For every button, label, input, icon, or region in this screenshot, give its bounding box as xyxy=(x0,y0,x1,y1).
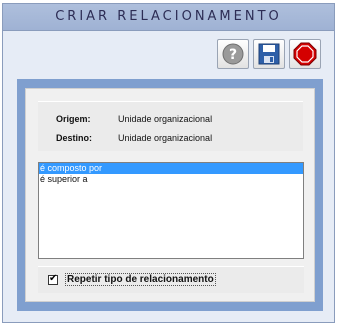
title-bar[interactable]: CRIAR RELACIONAMENTO xyxy=(3,4,334,31)
content-panel: Origem: Unidade organizacional Destino: … xyxy=(25,88,315,302)
origin-label: Origem: xyxy=(56,114,91,124)
stop-icon xyxy=(293,42,317,66)
help-glyph: ? xyxy=(229,47,237,63)
checkmark-icon: ✔ xyxy=(49,273,58,284)
repeat-checkbox-label[interactable]: Repetir tipo de relacionamento xyxy=(65,273,216,286)
destination-label: Destino: xyxy=(56,133,92,143)
save-button[interactable] xyxy=(253,39,285,69)
dialog-window: CRIAR RELACIONAMENTO ? Origem: Unidade o… xyxy=(2,3,335,323)
relationship-info: Origem: Unidade organizacional Destino: … xyxy=(38,101,303,151)
stop-button[interactable] xyxy=(289,39,321,69)
repeat-checkbox[interactable]: ✔ xyxy=(48,273,58,285)
help-button[interactable]: ? xyxy=(217,39,249,69)
relationship-type-list[interactable]: é composto por é superior a xyxy=(38,162,304,259)
window-title: CRIAR RELACIONAMENTO xyxy=(55,9,282,24)
help-icon: ? xyxy=(222,43,244,65)
destination-value: Unidade organizacional xyxy=(118,133,213,143)
origin-value: Unidade organizacional xyxy=(118,114,213,124)
content-frame: Origem: Unidade organizacional Destino: … xyxy=(17,79,323,311)
repeat-option-row: ✔ Repetir tipo de relacionamento xyxy=(38,266,304,293)
floppy-disk-icon xyxy=(258,43,280,65)
list-item[interactable]: é superior a xyxy=(39,174,303,185)
toolbar: ? xyxy=(3,31,334,76)
list-item[interactable]: é composto por xyxy=(39,163,303,174)
